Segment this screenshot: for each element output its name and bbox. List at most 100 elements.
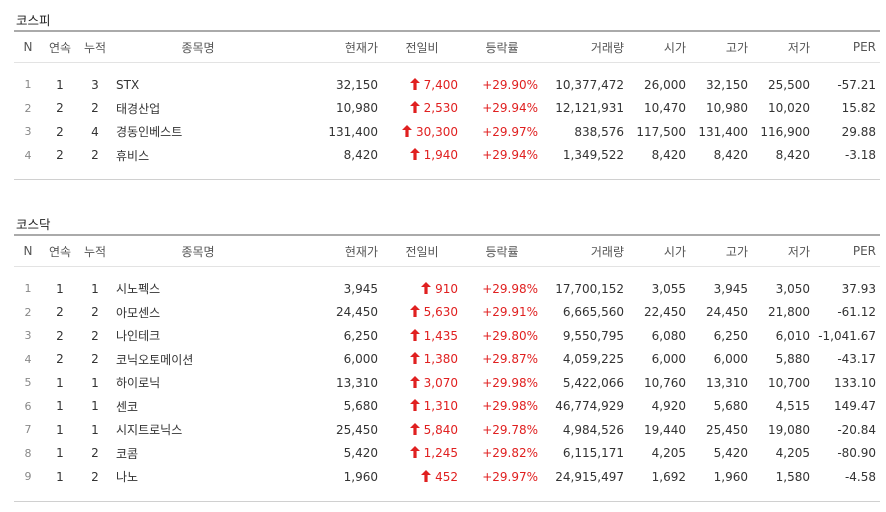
cell-change-rate: +29.98%	[482, 375, 538, 390]
cell-high: 10,980	[706, 101, 748, 116]
table-row[interactable]: 1 1 3 STX 32,150 7,400 +29.90% 10,377,472 26,000…	[14, 73, 880, 97]
col-header-volume[interactable]: 거래량	[542, 30, 628, 63]
cell-number: 2	[24, 101, 32, 115]
arrow-up-icon	[421, 281, 432, 294]
cell-cumulative: 1	[91, 399, 99, 414]
cell-open: 1,692	[651, 469, 686, 484]
col-header-stock-name[interactable]: 종목명	[112, 234, 284, 267]
table-row[interactable]: 5 1 1 하이로닉 13,310 3,070 +29.98% 5,422,066 10,760…	[14, 371, 880, 395]
cell-per: 37.93	[841, 281, 876, 296]
cell-current-price: 131,400	[328, 124, 378, 139]
cell-stock-name[interactable]: 태경산업	[112, 97, 284, 121]
col-header-consecutive[interactable]: 연속	[42, 234, 78, 267]
cell-stock-name[interactable]: 나노	[112, 465, 284, 489]
arrow-up-icon	[409, 399, 420, 412]
col-header-per[interactable]: PER	[814, 30, 880, 63]
cell-cumulative: 2	[91, 469, 99, 484]
table-row[interactable]: 1 1 1 시노펙스 3,945 910 +29.98% 17,700,152 3,055 3,9…	[14, 277, 880, 301]
arrow-up-icon	[409, 305, 420, 318]
cell-stock-name[interactable]: 휴비스	[112, 144, 284, 168]
col-header-low[interactable]: 저가	[752, 234, 814, 267]
col-header-consecutive[interactable]: 연속	[42, 30, 78, 63]
col-header-current-price[interactable]: 현재가	[284, 30, 382, 63]
cell-high: 131,400	[698, 124, 748, 139]
table-row[interactable]: 8 1 2 코콤 5,420 1,245 +29.82% 6,115,171 4,205 5,42…	[14, 442, 880, 466]
change-value: 5,840	[423, 422, 458, 437]
col-header-change-rate[interactable]: 등락률	[462, 234, 542, 267]
cell-number: 4	[24, 352, 32, 366]
col-header-volume[interactable]: 거래량	[542, 234, 628, 267]
cell-low: 116,900	[760, 124, 810, 139]
cell-high: 5,680	[713, 399, 748, 414]
cell-per: -61.12	[837, 305, 876, 320]
cell-stock-name[interactable]: 나인테크	[112, 324, 284, 348]
cell-current-price: 24,450	[336, 305, 378, 320]
col-header-current-price[interactable]: 현재가	[284, 234, 382, 267]
cell-stock-name[interactable]: 시노펙스	[112, 277, 284, 301]
cell-consecutive: 1	[56, 469, 64, 484]
cell-consecutive: 2	[56, 352, 64, 367]
col-header-open[interactable]: 시가	[628, 234, 690, 267]
col-header-stock-name[interactable]: 종목명	[112, 30, 284, 63]
arrow-up-icon	[409, 352, 420, 365]
col-header-low[interactable]: 저가	[752, 30, 814, 63]
cell-open: 22,450	[644, 305, 686, 320]
cell-high: 13,310	[706, 375, 748, 390]
cell-stock-name[interactable]: 하이로닉	[112, 371, 284, 395]
table-row[interactable]: 6 1 1 센코 5,680 1,310 +29.98% 46,774,929 4,920 5,6…	[14, 395, 880, 419]
col-header-open[interactable]: 시가	[628, 30, 690, 63]
cell-stock-name[interactable]: 아모센스	[112, 301, 284, 325]
cell-volume: 4,984,526	[562, 422, 624, 437]
col-header-change[interactable]: 전일비	[382, 30, 462, 63]
table-row[interactable]: 4 2 2 휴비스 8,420 1,940 +29.94% 1,349,522 8,420 8,4…	[14, 144, 880, 168]
col-header-change[interactable]: 전일비	[382, 234, 462, 267]
table-row[interactable]: 4 2 2 코닉오토메이션 6,000 1,380 +29.87% 4,059,225 6,00…	[14, 348, 880, 372]
table-row[interactable]: 2 2 2 태경산업 10,980 2,530 +29.94% 12,121,931 10,47…	[14, 97, 880, 121]
cell-volume: 838,576	[574, 124, 624, 139]
col-header-change-rate[interactable]: 등락률	[462, 30, 542, 63]
cell-change-rate: +29.97%	[482, 124, 538, 139]
cell-per: 15.82	[841, 101, 876, 116]
cell-consecutive: 1	[56, 399, 64, 414]
arrow-up-icon	[409, 328, 420, 341]
bottom-line	[14, 167, 880, 180]
kospi-body: 1 1 3 STX 32,150 7,400 +29.90% 10,377,472 26,000…	[14, 63, 880, 180]
col-header-high[interactable]: 고가	[690, 30, 752, 63]
cell-open: 19,440	[644, 422, 686, 437]
cell-high: 25,450	[706, 422, 748, 437]
table-row[interactable]: 7 1 1 시지트로닉스 25,450 5,840 +29.78% 4,984,526 19,4…	[14, 418, 880, 442]
cell-stock-name[interactable]: 센코	[112, 395, 284, 419]
cell-volume: 24,915,497	[555, 469, 624, 484]
col-header-per[interactable]: PER	[814, 234, 880, 267]
change-value: 7,400	[423, 77, 458, 92]
cell-stock-name[interactable]: 코콤	[112, 442, 284, 466]
cell-stock-name[interactable]: 경동인베스트	[112, 120, 284, 144]
cell-consecutive: 1	[56, 77, 64, 92]
cell-stock-name[interactable]: 코닉오토메이션	[112, 348, 284, 372]
cell-stock-name[interactable]: 시지트로닉스	[112, 418, 284, 442]
cell-low: 10,020	[768, 101, 810, 116]
cell-volume: 9,550,795	[562, 328, 624, 343]
table-row[interactable]: 3 2 2 나인테크 6,250 1,435 +29.80% 9,550,795 6,080 6,…	[14, 324, 880, 348]
cell-stock-name[interactable]: STX	[112, 73, 284, 97]
cell-low: 4,515	[775, 399, 810, 414]
change-value: 1,245	[423, 446, 458, 461]
cell-change-rate: +29.87%	[482, 352, 538, 367]
cell-change: 1,435	[382, 324, 462, 348]
table-row[interactable]: 3 2 4 경동인베스트 131,400 30,300 +29.97% 838,576 117,…	[14, 120, 880, 144]
table-row[interactable]: 2 2 2 아모센스 24,450 5,630 +29.91% 6,665,560 22,450…	[14, 301, 880, 325]
kospi-table: N 연속 누적 종목명 현재가 전일비 등락률 거래량 시가 고가 저가 PER 1 1 3 STX 32,1…	[14, 30, 880, 180]
cell-volume: 17,700,152	[555, 281, 624, 296]
col-header-cumulative[interactable]: 누적	[78, 30, 112, 63]
table-row[interactable]: 9 1 2 나노 1,960 452 +29.97% 24,915,497 1,692 1,960…	[14, 465, 880, 489]
col-header-cumulative[interactable]: 누적	[78, 234, 112, 267]
col-header-high[interactable]: 고가	[690, 234, 752, 267]
cell-number: 9	[24, 470, 32, 484]
arrow-up-icon	[409, 446, 420, 459]
row-spacer	[14, 267, 880, 278]
cell-low: 1,580	[775, 469, 810, 484]
cell-change-rate: +29.90%	[482, 77, 538, 92]
kosdaq-table: N 연속 누적 종목명 현재가 전일비 등락률 거래량 시가 고가 저가 PER 1 1 1 시노펙스 3,9…	[14, 234, 880, 502]
change-value: 1,380	[423, 352, 458, 367]
cell-per: -3.18	[844, 148, 876, 163]
